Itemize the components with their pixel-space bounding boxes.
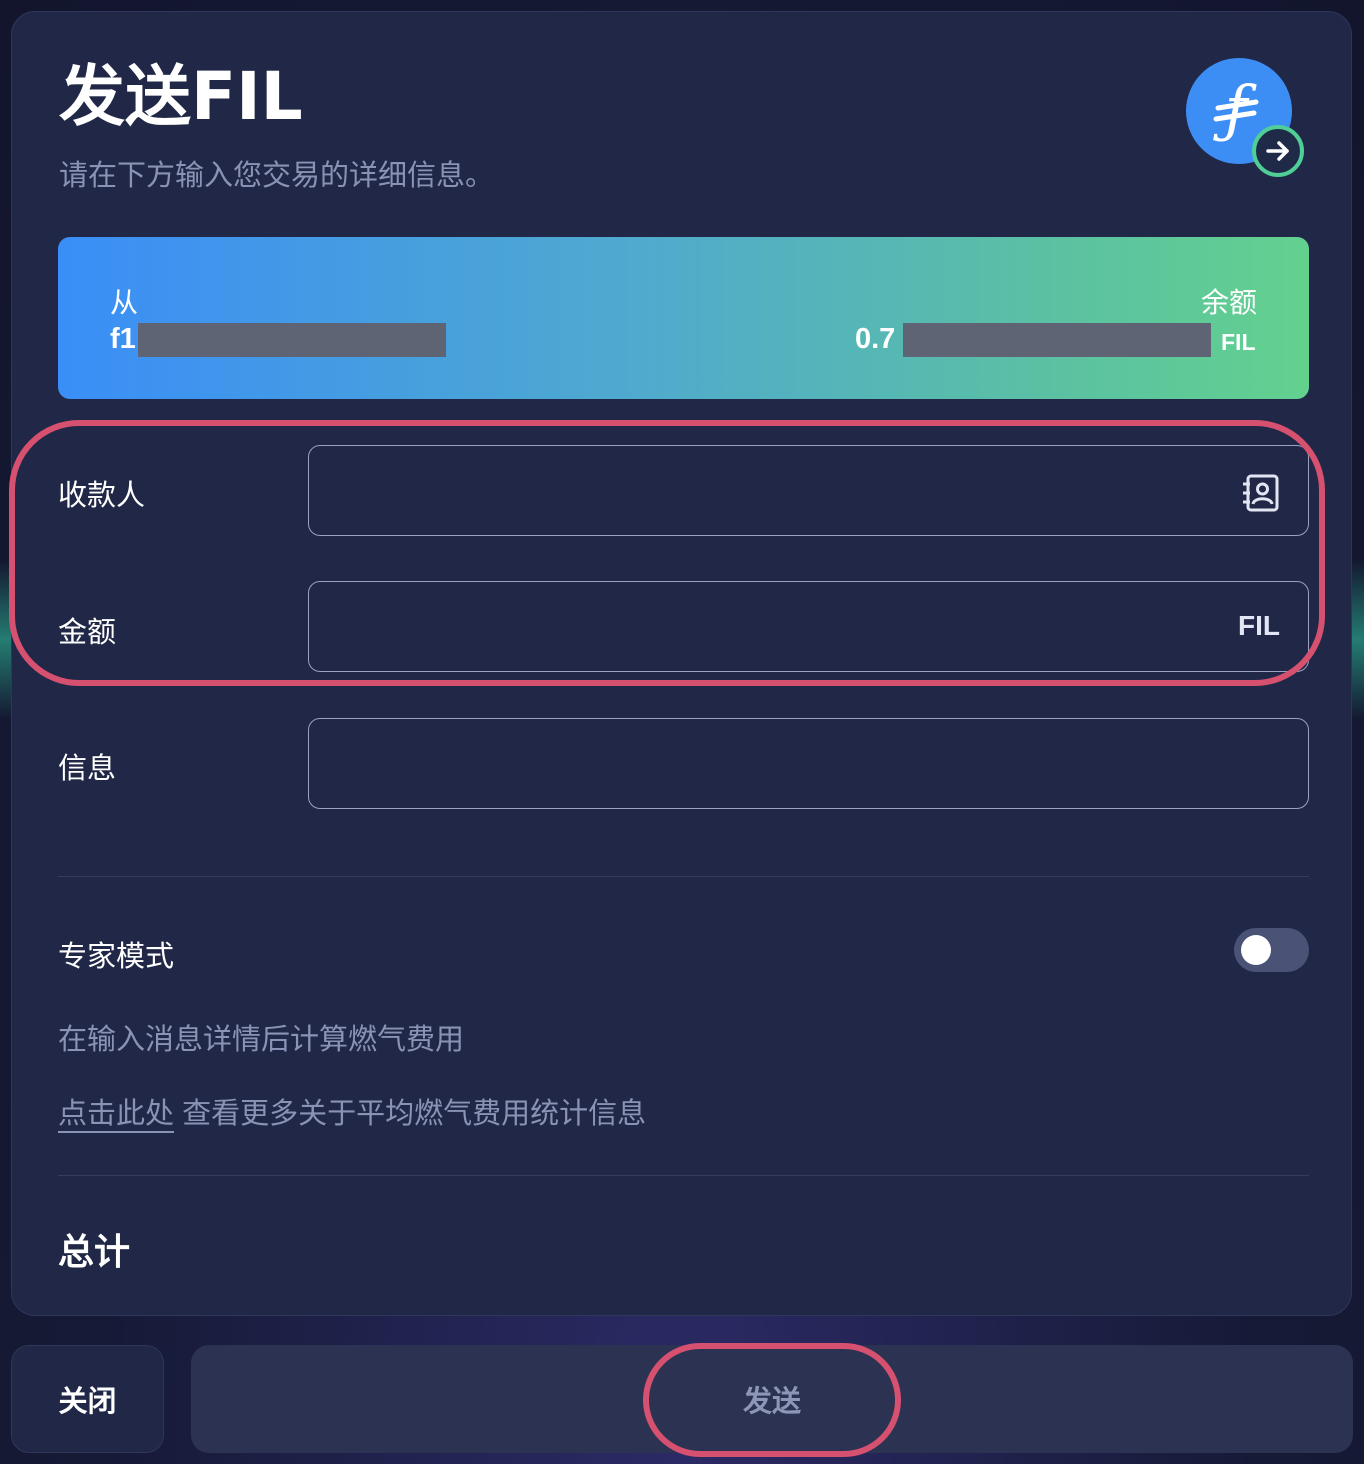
address-book-icon[interactable] — [1242, 474, 1280, 512]
arrow-right-circle-icon — [1252, 125, 1304, 177]
gas-stats-line: 点击此处 查看更多关于平均燃气费用统计信息 — [58, 1090, 646, 1132]
message-field[interactable] — [308, 718, 1309, 810]
close-button[interactable]: 关闭 — [11, 1345, 164, 1453]
account-banner: 从 f1 余额 0.7 FIL — [58, 237, 1309, 399]
recipient-input[interactable] — [325, 446, 1209, 537]
redaction-block — [903, 323, 1211, 357]
balance-unit: FIL — [1221, 329, 1256, 355]
from-address: f1 — [110, 323, 136, 355]
send-dialog: 发送FIL 请在下方输入您交易的详细信息。 ƒ 从 f1 余额 0.7 FIL … — [11, 11, 1352, 1316]
expert-mode-label: 专家模式 — [58, 941, 175, 973]
message-label: 信息 — [58, 753, 117, 785]
title-token: FIL — [191, 58, 303, 135]
gas-stats-link[interactable]: 点击此处 — [58, 1098, 174, 1130]
recipient-label: 收款人 — [58, 480, 146, 512]
divider — [58, 1175, 1309, 1176]
amount-label: 金额 — [58, 617, 117, 649]
message-input[interactable] — [325, 719, 1209, 810]
title-prefix: 发送 — [59, 59, 191, 133]
amount-input[interactable] — [325, 582, 1209, 673]
balance-value: 0.7 — [855, 323, 896, 355]
total-label: 总计 — [58, 1231, 131, 1272]
amount-unit: FIL — [1238, 610, 1280, 641]
redaction-block — [138, 323, 446, 357]
expert-mode-toggle[interactable] — [1234, 928, 1309, 972]
page-title: 发送FIL — [59, 60, 303, 133]
amount-field[interactable]: FIL — [308, 581, 1309, 673]
from-label: 从 — [110, 287, 139, 318]
divider — [58, 876, 1309, 877]
recipient-field[interactable] — [308, 445, 1309, 537]
gas-fee-note: 在输入消息详情后计算燃气费用 — [58, 1024, 465, 1056]
balance-label: 余额 — [1200, 287, 1257, 318]
toggle-knob — [1241, 935, 1271, 965]
edge-glow — [1352, 560, 1364, 720]
gas-stats-text: 查看更多关于平均燃气费用统计信息 — [174, 1098, 647, 1130]
page-subtitle: 请在下方输入您交易的详细信息。 — [59, 160, 495, 192]
send-button[interactable]: 发送 — [191, 1345, 1353, 1453]
